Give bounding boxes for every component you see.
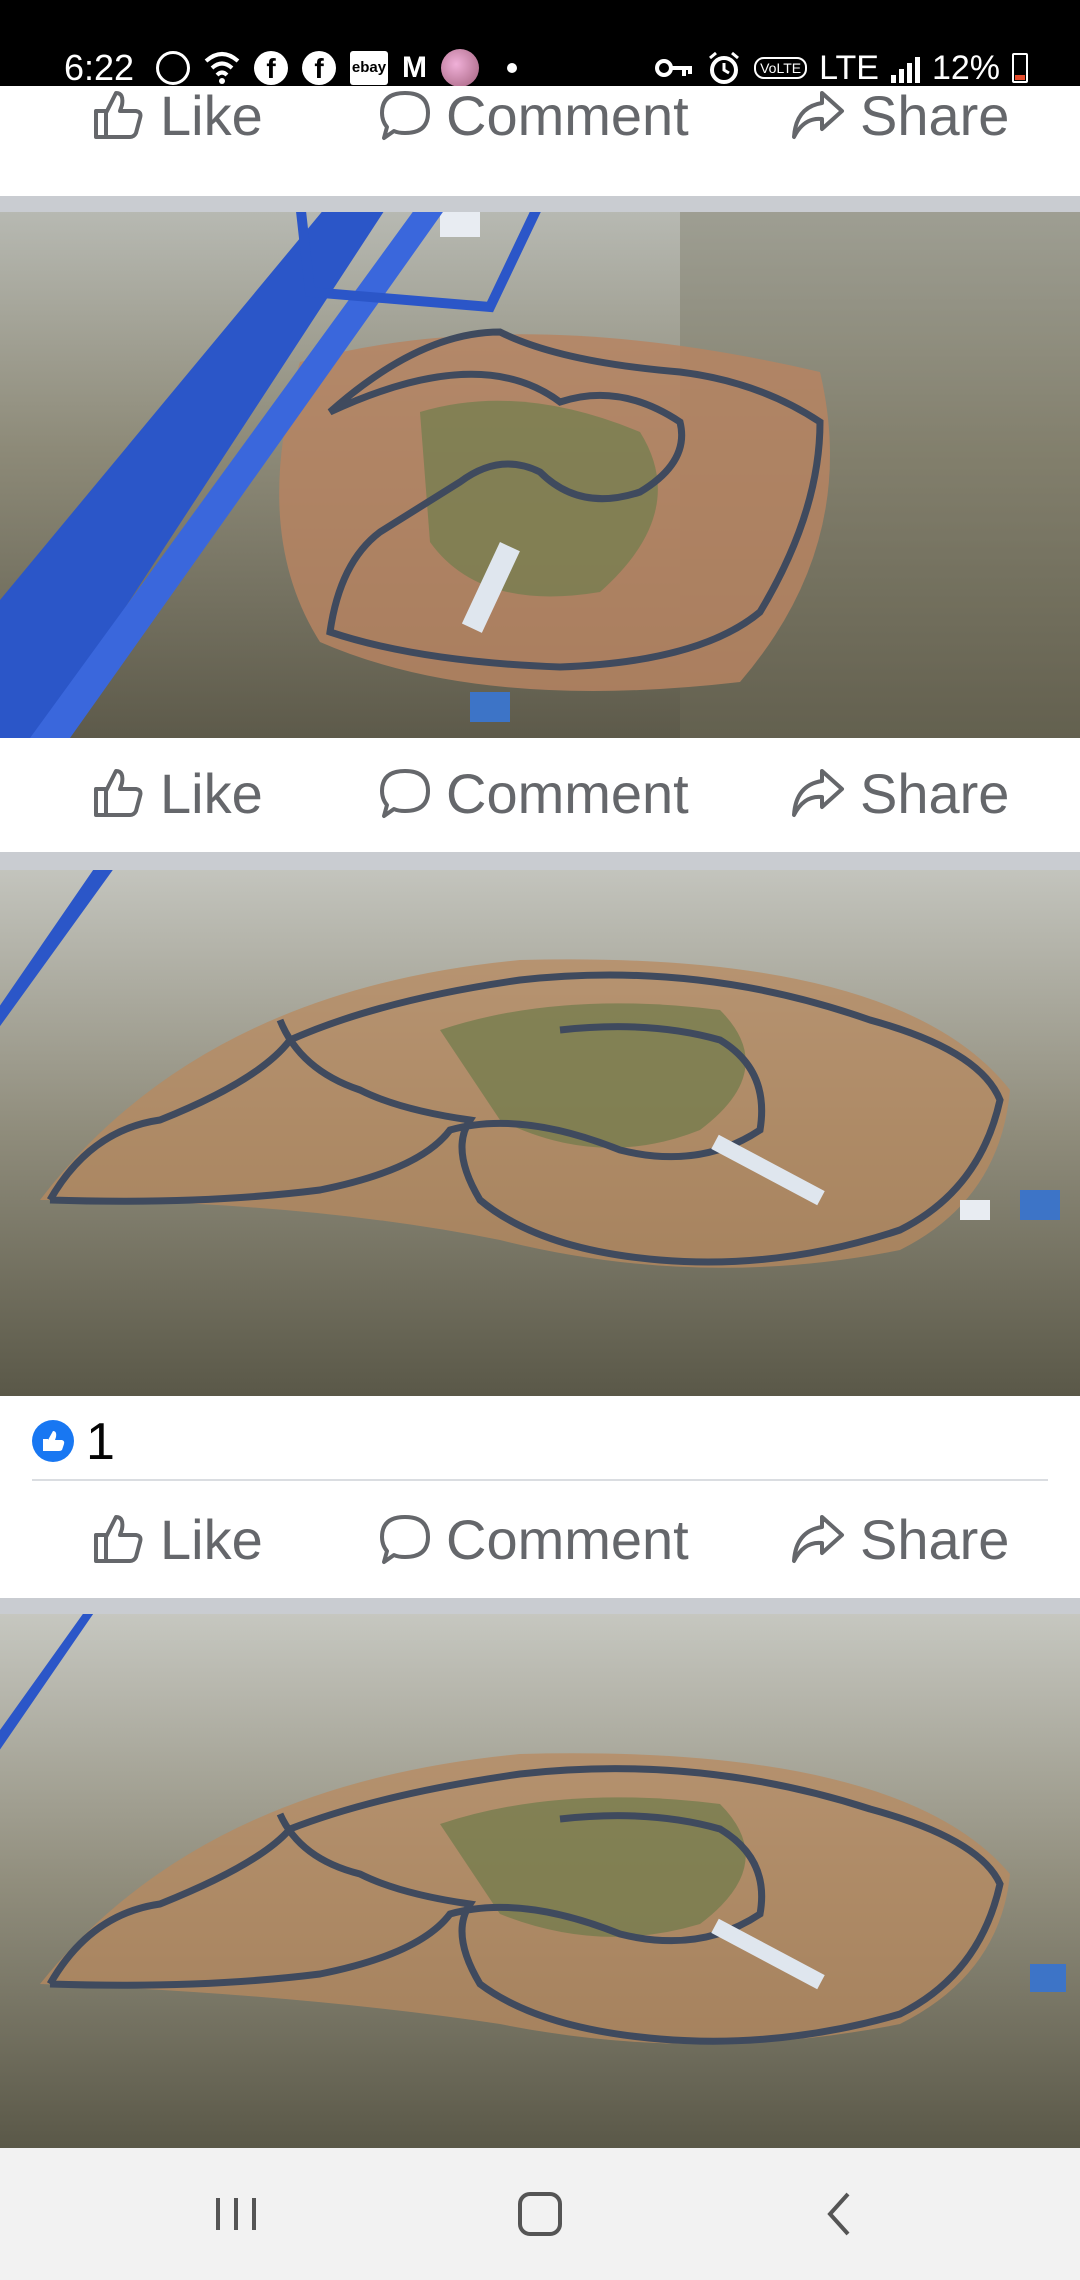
back-icon xyxy=(827,2192,850,2236)
thumbs-up-icon xyxy=(94,91,143,139)
comment-label: Comment xyxy=(446,761,689,825)
home-button[interactable] xyxy=(500,2178,580,2250)
share-icon xyxy=(792,91,844,139)
navigation-bar xyxy=(0,2148,1080,2280)
back-button[interactable] xyxy=(800,2178,880,2250)
like-label: Like xyxy=(160,1507,263,1571)
like-button[interactable]: Like xyxy=(90,738,263,848)
thumbs-up-icon xyxy=(94,1515,143,1563)
share-label: Share xyxy=(860,83,1010,147)
aerial-race-track-photo-2 xyxy=(0,870,1080,1396)
comment-icon xyxy=(380,91,430,140)
comment-button[interactable]: Comment xyxy=(378,738,689,848)
like-reaction-icon xyxy=(32,1420,74,1462)
reaction-summary[interactable]: 1 xyxy=(0,1400,1080,1480)
aerial-race-track-photo-1 xyxy=(0,212,1080,738)
post-photo[interactable] xyxy=(0,212,1080,738)
post-separator xyxy=(0,196,1080,212)
comment-button[interactable]: Comment xyxy=(378,60,689,170)
post-actions-1: Like Comment Share xyxy=(0,84,1080,196)
post-actions-2: Like Comment Share xyxy=(0,738,1080,848)
alarm-icon xyxy=(709,51,740,84)
comment-button[interactable]: Comment xyxy=(378,1484,689,1594)
comment-icon xyxy=(380,769,430,818)
post-separator xyxy=(0,1598,1080,1614)
post-actions-3: Like Comment Share xyxy=(0,1484,1080,1594)
battery-icon xyxy=(1012,53,1028,83)
share-button[interactable]: Share xyxy=(790,738,1009,848)
comment-label: Comment xyxy=(446,83,689,147)
like-button[interactable]: Like xyxy=(90,1484,263,1594)
post-photo[interactable] xyxy=(0,1614,1080,2148)
share-icon xyxy=(792,1515,844,1563)
facebook-icon: f xyxy=(302,51,336,85)
reaction-count: 1 xyxy=(86,1413,115,1471)
recent-apps-icon xyxy=(216,2198,256,2230)
recent-apps-button[interactable] xyxy=(196,2178,276,2250)
divider xyxy=(32,1479,1048,1481)
share-button[interactable]: Share xyxy=(790,60,1009,170)
comment-label: Comment xyxy=(446,1507,689,1571)
post-photo[interactable] xyxy=(0,870,1080,1396)
thumbs-up-icon xyxy=(94,769,143,817)
post-separator xyxy=(0,852,1080,870)
like-button[interactable]: Like xyxy=(90,60,263,170)
like-label: Like xyxy=(160,83,263,147)
comment-icon xyxy=(380,1515,430,1564)
like-label: Like xyxy=(160,761,263,825)
share-label: Share xyxy=(860,1507,1010,1571)
aerial-race-track-photo-3 xyxy=(0,1614,1080,2148)
share-icon xyxy=(792,769,844,817)
share-button[interactable]: Share xyxy=(790,1484,1009,1594)
home-icon xyxy=(518,2192,562,2236)
share-label: Share xyxy=(860,761,1010,825)
